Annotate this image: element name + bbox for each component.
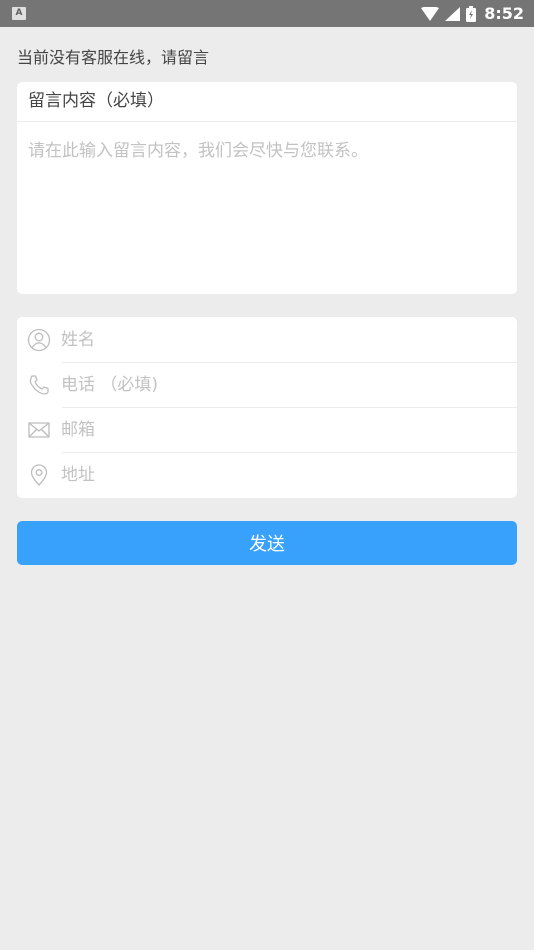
status-bar: A 8:52	[0, 0, 534, 27]
send-button[interactable]: 发送	[17, 521, 517, 565]
status-icons: 8:52	[421, 0, 524, 27]
phone-field-row	[17, 362, 517, 407]
message-textarea[interactable]	[17, 122, 517, 294]
battery-icon	[466, 5, 477, 22]
phone-icon	[27, 373, 51, 397]
signal-icon	[445, 6, 461, 21]
offline-notice: 当前没有客服在线，请留言	[17, 48, 210, 67]
status-time: 8:52	[484, 4, 524, 23]
name-input[interactable]	[61, 317, 517, 362]
phone-input[interactable]	[61, 362, 517, 407]
message-title: 留言内容（必填）	[17, 82, 517, 122]
notification-badge: A	[12, 7, 26, 20]
name-field-row	[17, 317, 517, 362]
email-input[interactable]	[61, 407, 517, 452]
address-input[interactable]	[61, 452, 517, 497]
contact-info-card	[17, 317, 517, 498]
wifi-icon	[421, 6, 440, 21]
location-pin-icon	[27, 463, 51, 487]
email-field-row	[17, 407, 517, 452]
message-card: 留言内容（必填）	[17, 82, 517, 294]
mail-icon	[27, 418, 51, 442]
person-icon	[27, 328, 51, 352]
address-field-row	[17, 452, 517, 497]
